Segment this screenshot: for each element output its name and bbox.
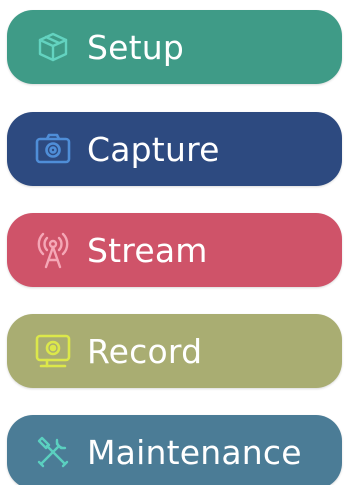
setup-icon (31, 25, 75, 69)
record-label: Record (87, 331, 203, 371)
tools-icon (31, 430, 75, 474)
stream-label: Stream (87, 230, 208, 270)
record-button[interactable]: Record (7, 314, 342, 388)
stream-button[interactable]: Stream (7, 213, 342, 287)
broadcast-icon (31, 228, 75, 272)
maintenance-button[interactable]: Maintenance (7, 415, 342, 485)
camera-icon (31, 127, 75, 171)
record-icon (31, 329, 75, 373)
capture-label: Capture (87, 129, 220, 169)
maintenance-label: Maintenance (87, 432, 302, 472)
capture-button[interactable]: Capture (7, 112, 342, 186)
setup-label: Setup (87, 27, 185, 67)
setup-button[interactable]: Setup (7, 10, 342, 84)
nav-menu: Setup Capture Stream Record Maintenance (0, 0, 347, 485)
